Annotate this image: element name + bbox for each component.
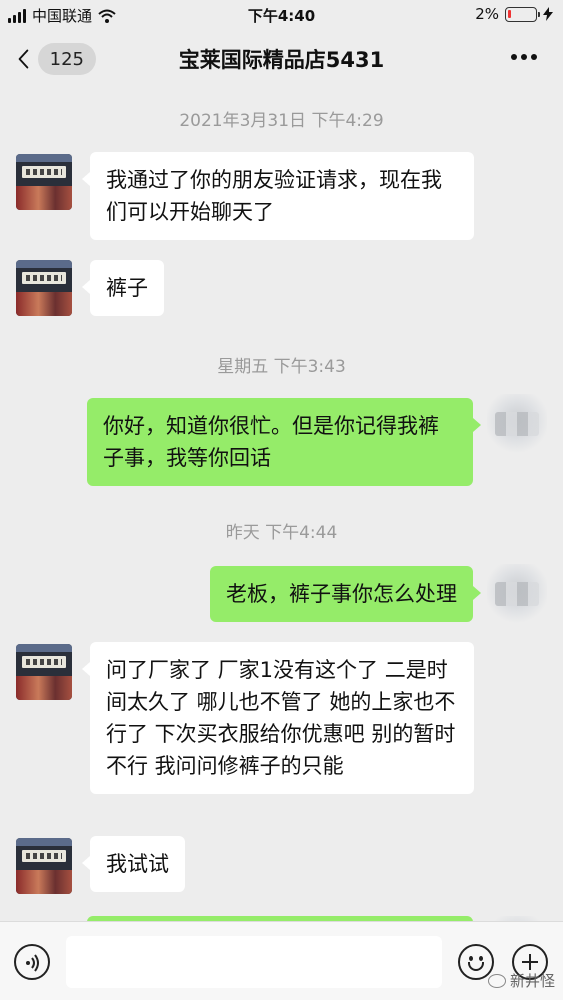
timestamp: 2021年3月31日 下午4:29 xyxy=(179,111,384,131)
back-button[interactable]: 125 xyxy=(16,42,96,76)
user-avatar[interactable] xyxy=(487,564,547,624)
more-options-icon[interactable] xyxy=(511,50,541,64)
message-bubble-sent[interactable]: 你好，知道你很忙。但是你记得我裤子事，我等你回话 xyxy=(87,398,481,486)
contact-avatar[interactable] xyxy=(16,260,72,316)
message-bubble-received[interactable]: 裤子 xyxy=(82,260,164,316)
timestamp: 昨天 下午4:44 xyxy=(225,523,338,543)
chevron-left-icon xyxy=(18,49,29,69)
voice-input-button[interactable] xyxy=(14,944,50,980)
message-bubble-received[interactable]: 我试试 xyxy=(82,836,185,892)
input-bar xyxy=(0,921,563,1000)
status-bar: 中国联通 下午4:40 2% xyxy=(0,0,563,30)
message-list[interactable]: 2021年3月31日 下午4:29 我通过了你的朋友验证请求，现在我们可以开始聊… xyxy=(0,86,563,921)
message-input[interactable] xyxy=(66,936,442,988)
charging-icon xyxy=(543,7,553,21)
contact-avatar[interactable] xyxy=(16,644,72,700)
chat-header: 125 宝莱国际精品店5431 xyxy=(0,30,563,86)
message-bubble-received[interactable]: 我通过了你的朋友验证请求，现在我们可以开始聊天了 xyxy=(82,152,474,240)
emoji-icon xyxy=(469,956,473,961)
watermark-label: 新井怪 xyxy=(509,972,555,990)
user-avatar[interactable] xyxy=(487,394,547,454)
wechat-icon xyxy=(487,973,506,988)
battery-icon xyxy=(505,6,540,22)
contact-avatar[interactable] xyxy=(16,838,72,894)
voice-icon xyxy=(26,954,39,972)
battery-percent: 2% xyxy=(475,5,499,23)
timestamp: 星期五 下午3:43 xyxy=(217,357,346,377)
chat-title: 宝莱国际精品店5431 xyxy=(178,48,385,72)
watermark: 新井怪 xyxy=(487,970,555,991)
contact-avatar[interactable] xyxy=(16,154,72,210)
unread-count-badge: 125 xyxy=(37,43,96,75)
message-bubble-sent[interactable]: 老板，裤子事你怎么处理 xyxy=(210,566,481,622)
message-bubble-received[interactable]: 问了厂家了 厂家1没有这个了 二是时间太久了 哪儿也不管了 她的上家也不行了 下… xyxy=(82,642,474,794)
